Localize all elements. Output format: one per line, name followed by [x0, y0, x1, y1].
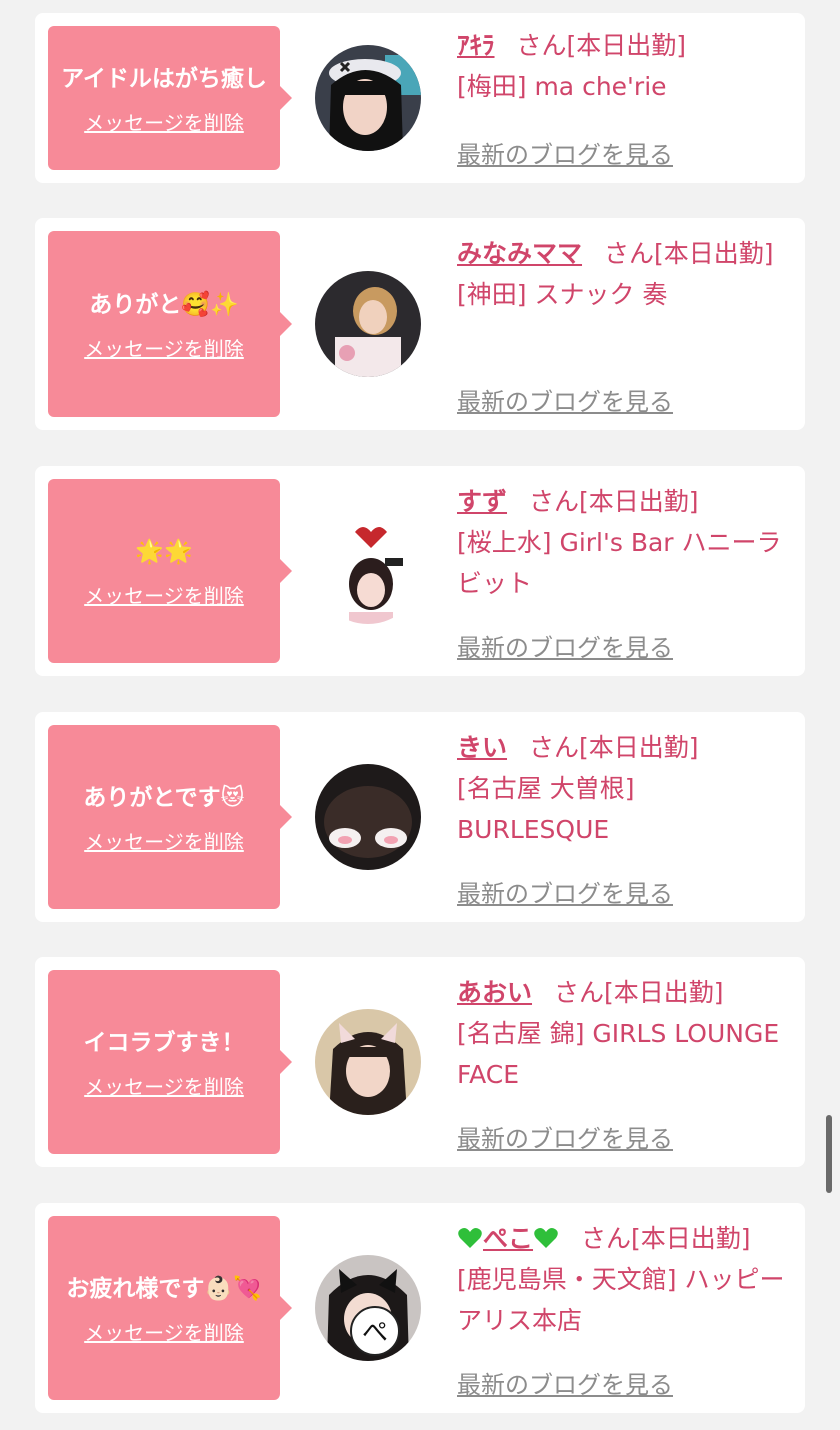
scrollbar-thumb[interactable] — [826, 1115, 832, 1193]
cast-status: さん[本日出勤] — [529, 487, 699, 516]
avatar[interactable]: ぺ — [315, 1255, 421, 1361]
latest-blog-link[interactable]: 最新のブログを見る — [457, 382, 673, 417]
message-list: アイドルはがち癒し メッセージを削除 ｱｷﾗ さん[本日出勤] [梅田] ma c… — [0, 0, 840, 1430]
delete-message-link[interactable]: メッセージを削除 — [84, 580, 244, 609]
message-card: お疲れ様です👶🏻💘 メッセージを削除 ぺ ぺこ さん[本日出勤] [鹿児島県・天文… — [35, 1203, 805, 1413]
delete-message-link[interactable]: メッセージを削除 — [84, 333, 244, 362]
cast-info: ぺこ さん[本日出勤] [鹿児島県・天文館] ハッピーアリス本店 — [457, 1218, 793, 1341]
cast-shop: [桜上水] Girl's Bar ハニーラビット — [457, 528, 782, 598]
message-card: ありがとです😻 メッセージを削除 きい さん[本日出勤] [名古屋 大曽根] BU… — [35, 712, 805, 922]
cast-info: すず さん[本日出勤] [桜上水] Girl's Bar ハニーラビット — [457, 481, 793, 604]
avatar-badge: ぺ — [362, 1318, 388, 1348]
green-heart-icon — [533, 1221, 559, 1248]
latest-blog-link[interactable]: 最新のブログを見る — [457, 135, 673, 170]
message-card: ありがと🥰✨ メッセージを削除 みなみママ さん[本日出勤] [神田] スナック … — [35, 218, 805, 430]
delete-message-link[interactable]: メッセージを削除 — [84, 1317, 244, 1346]
delete-message-link[interactable]: メッセージを削除 — [84, 826, 244, 855]
message-text: ありがとです😻 — [83, 784, 245, 811]
cast-status: さん[本日出勤] — [529, 733, 699, 762]
latest-blog-link[interactable]: 最新のブログを見る — [457, 1365, 673, 1400]
green-heart-icon — [457, 1221, 483, 1248]
cast-shop: [鹿児島県・天文館] ハッピーアリス本店 — [457, 1265, 785, 1335]
delete-message-link[interactable]: メッセージを削除 — [84, 107, 244, 136]
message-bubble: イコラブすき！ メッセージを削除 — [48, 970, 292, 1154]
cast-info: あおい さん[本日出勤] [名古屋 錦] GIRLS LOUNGE FACE — [457, 972, 793, 1095]
message-bubble: ありがと🥰✨ メッセージを削除 — [48, 231, 292, 417]
cast-name-link[interactable]: きい — [457, 733, 507, 762]
latest-blog-link[interactable]: 最新のブログを見る — [457, 628, 673, 663]
message-bubble: ありがとです😻 メッセージを削除 — [48, 725, 292, 909]
cast-info: みなみママ さん[本日出勤] [神田] スナック 奏 — [457, 233, 793, 315]
message-text: イコラブすき！ — [83, 1029, 245, 1056]
delete-message-link[interactable]: メッセージを削除 — [84, 1071, 244, 1100]
cast-name-text: ぺこ — [483, 1224, 534, 1253]
cast-shop: [梅田] ma che'rie — [457, 72, 667, 101]
message-bubble: アイドルはがち癒し メッセージを削除 — [48, 26, 292, 170]
cast-status: さん[本日出勤] — [554, 978, 724, 1007]
cast-info: きい さん[本日出勤] [名古屋 大曽根] BURLESQUE — [457, 727, 793, 850]
message-text: アイドルはがち癒し — [61, 65, 267, 92]
cast-name-link[interactable]: すず — [457, 487, 507, 516]
message-text: 🌟🌟 — [135, 538, 193, 565]
latest-blog-link[interactable]: 最新のブログを見る — [457, 1119, 673, 1154]
cast-status: さん[本日出勤] — [516, 31, 687, 60]
avatar[interactable] — [315, 518, 421, 624]
message-bubble: 🌟🌟 メッセージを削除 — [48, 479, 292, 663]
message-card: アイドルはがち癒し メッセージを削除 ｱｷﾗ さん[本日出勤] [梅田] ma c… — [35, 13, 805, 183]
cast-name-link[interactable]: みなみママ — [457, 239, 582, 268]
message-text: ありがと🥰✨ — [89, 291, 239, 318]
avatar[interactable] — [315, 45, 421, 151]
cast-status: さん[本日出勤] — [581, 1224, 751, 1253]
message-text: お疲れ様です👶🏻💘 — [66, 1275, 262, 1302]
avatar[interactable] — [315, 764, 421, 870]
message-card: イコラブすき！ メッセージを削除 あおい さん[本日出勤] [名古屋 錦] GIR… — [35, 957, 805, 1167]
cast-status: さん[本日出勤] — [604, 239, 774, 268]
cast-name-link[interactable]: ぺこ — [457, 1224, 559, 1253]
latest-blog-link[interactable]: 最新のブログを見る — [457, 874, 673, 909]
avatar[interactable] — [315, 1009, 421, 1115]
cast-name-link[interactable]: ｱｷﾗ — [457, 31, 495, 60]
message-card: 🌟🌟 メッセージを削除 すず さん[本日出勤] [桜上水] Girl's Bar … — [35, 466, 805, 676]
cast-shop: [名古屋 大曽根] BURLESQUE — [457, 774, 635, 844]
avatar[interactable] — [315, 271, 421, 377]
cast-shop: [神田] スナック 奏 — [457, 280, 668, 309]
cast-shop: [名古屋 錦] GIRLS LOUNGE FACE — [457, 1019, 780, 1089]
message-bubble: お疲れ様です👶🏻💘 メッセージを削除 — [48, 1216, 292, 1400]
cast-info: ｱｷﾗ さん[本日出勤] [梅田] ma che'rie — [457, 25, 793, 107]
cast-name-link[interactable]: あおい — [457, 978, 532, 1007]
